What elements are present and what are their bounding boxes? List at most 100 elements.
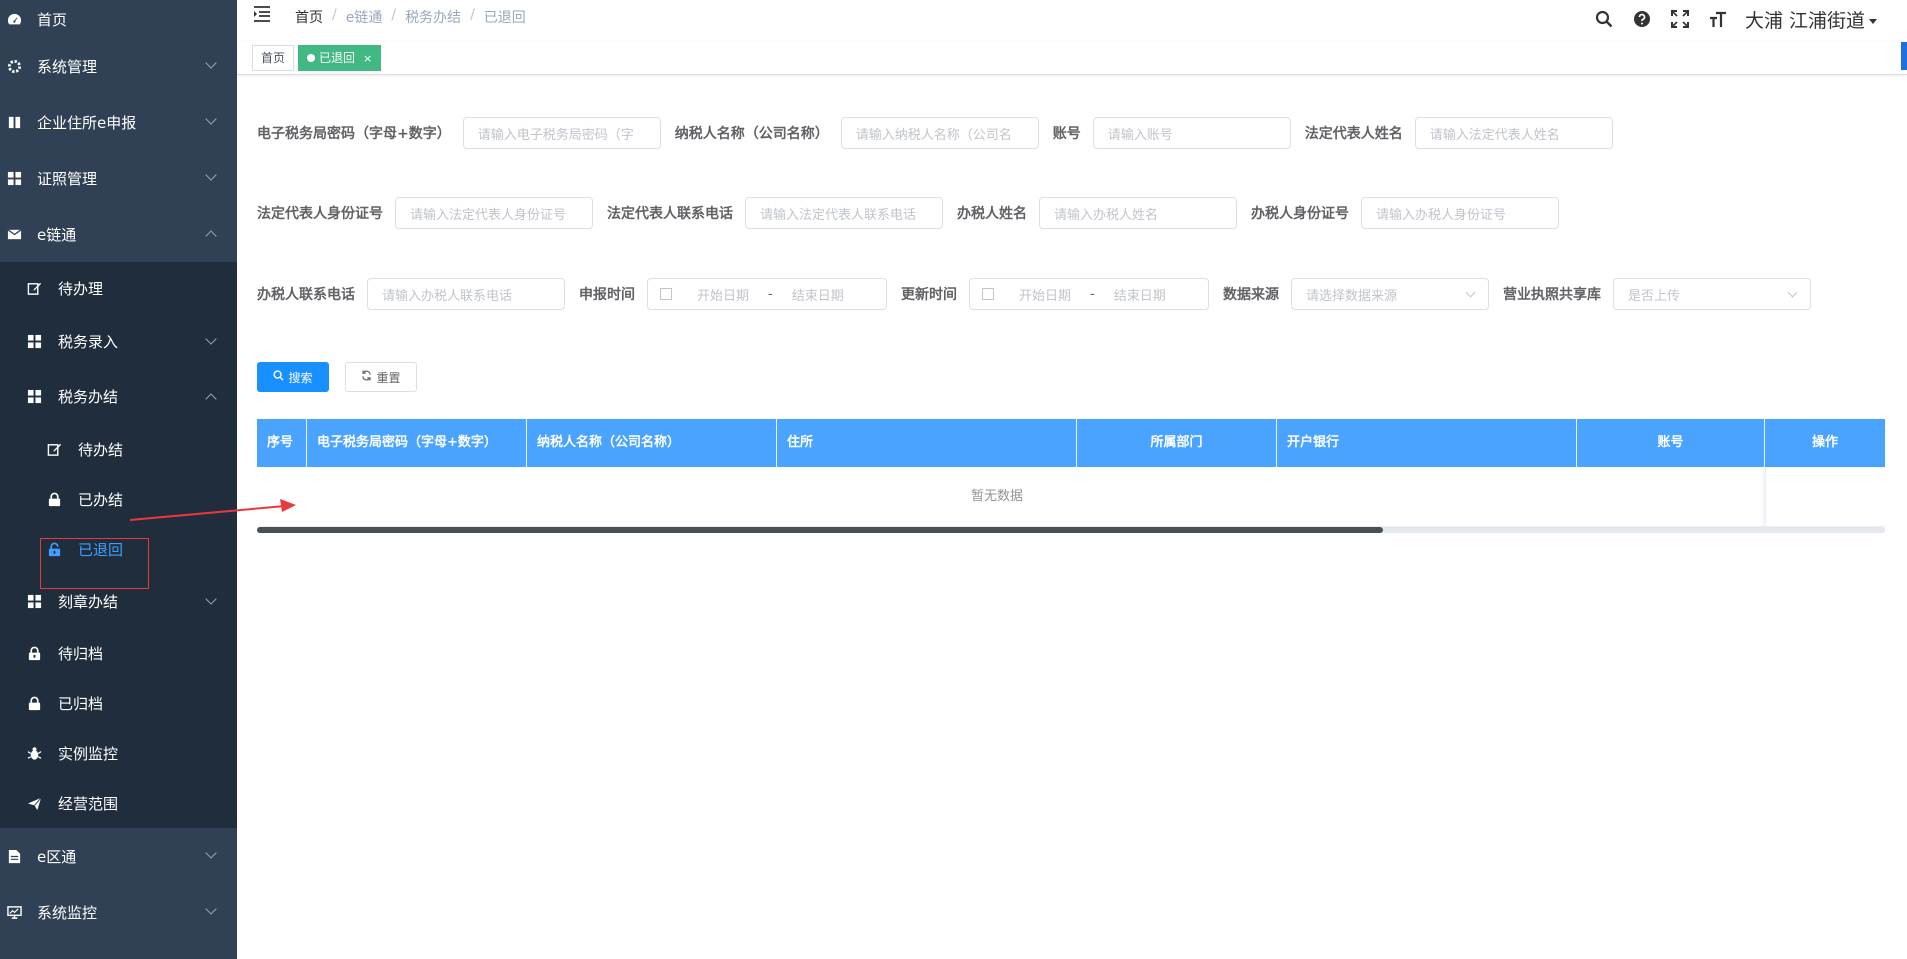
search-icon[interactable] <box>1593 8 1615 30</box>
tax-agent-id-input[interactable]: 请输入办税人身份证号 <box>1361 197 1559 229</box>
column-header: 所属部门 <box>1077 419 1277 467</box>
breadcrumb-separator: / <box>470 7 475 23</box>
chevron-down-icon <box>205 593 217 605</box>
select-placeholder: 是否上传 <box>1628 288 1681 304</box>
tag-label: 首页 <box>261 51 286 65</box>
start-date[interactable]: 开始日期 <box>688 285 758 304</box>
calendar-icon <box>660 288 672 300</box>
sidebar-item-label: 刻章办结 <box>58 592 119 611</box>
legal-rep-name-input[interactable]: 请输入法定代表人姓名 <box>1414 117 1613 149</box>
right-edge-tab[interactable] <box>1901 42 1907 70</box>
tag-current[interactable]: 已退回 × <box>298 45 382 71</box>
breadcrumb-item[interactable]: 税务办结 <box>405 7 461 27</box>
sidebar-item-tax-done-pending[interactable]: 待办结 <box>0 424 237 474</box>
unlock-icon <box>26 645 42 661</box>
sidebar-item-business-scope[interactable]: 经营范围 <box>0 778 237 828</box>
report-time-range-picker[interactable]: 开始日期 - 结束日期 <box>647 278 887 310</box>
sidebar-item-tax-done-finished[interactable]: 已办结 <box>0 474 237 524</box>
user-dropdown[interactable]: 大浦 江浦街道 <box>1745 6 1877 33</box>
column-header: 电子税务局密码（字母+数字） <box>307 419 527 467</box>
chevron-down-icon <box>205 113 217 125</box>
taxpayer-name-input[interactable]: 请输入纳税人名称（公司名 <box>840 117 1039 149</box>
breadcrumb-separator: / <box>391 7 397 23</box>
sidebar-item-tax-done[interactable]: 税务办结 <box>0 369 237 424</box>
tax-agent-name-input[interactable]: 请输入办税人姓名 <box>1039 197 1237 229</box>
field-label: 更新时间 <box>901 287 957 303</box>
field-label: 办税人姓名 <box>957 206 1027 222</box>
sidebar-item-label: 待办理 <box>58 279 104 298</box>
sidebar-item-home[interactable]: 首页 <box>0 0 237 38</box>
text-size-icon[interactable] <box>1707 8 1729 30</box>
tag-home[interactable]: 首页 <box>252 45 295 71</box>
hamburger-icon[interactable] <box>254 6 272 22</box>
horizontal-scrollbar[interactable] <box>257 527 1885 533</box>
search-form-row-2: 法定代表人身份证号 请输入法定代表人身份证号 法定代表人联系电话 请输入法定代表… <box>257 197 1573 229</box>
chevron-down-icon <box>1465 287 1476 297</box>
main-content: 首页 / e链通 / 税务办结 / 已退回 大浦 江浦街道 首页 已退回 × 电… <box>237 0 1907 959</box>
reset-button[interactable]: 重置 <box>345 362 417 392</box>
sidebar-item-system[interactable]: 系统管理 <box>0 38 237 94</box>
field-label: 电子税务局密码（字母+数字） <box>257 126 451 142</box>
close-icon[interactable]: × <box>363 52 372 65</box>
chevron-down-icon <box>1787 287 1798 297</box>
fullscreen-icon[interactable] <box>1669 8 1691 30</box>
end-date[interactable]: 结束日期 <box>1105 285 1175 304</box>
sidebar-item-license[interactable]: 证照管理 <box>0 150 237 206</box>
end-date[interactable]: 结束日期 <box>783 285 853 304</box>
search-button[interactable]: 搜索 <box>257 362 329 392</box>
tax-agent-phone-input[interactable]: 请输入办税人联系电话 <box>367 278 565 310</box>
update-time-range-picker[interactable]: 开始日期 - 结束日期 <box>969 278 1209 310</box>
sidebar-item-label: 实例监控 <box>58 744 119 763</box>
chevron-down-icon <box>205 903 217 915</box>
button-label: 重置 <box>376 370 401 385</box>
button-label: 搜索 <box>288 370 313 385</box>
gear-icon <box>6 58 22 74</box>
data-source-select[interactable]: 请选择数据来源 <box>1291 278 1489 310</box>
tag-label: 已退回 <box>319 51 356 65</box>
sidebar-item-e-district[interactable]: e区通 <box>0 828 237 884</box>
breadcrumb-item[interactable]: 首页 <box>295 7 323 27</box>
field-label: 账号 <box>1052 126 1081 142</box>
send-icon <box>26 795 42 811</box>
field-label: 法定代表人联系电话 <box>607 206 733 222</box>
sidebar-item-label: 已归档 <box>58 694 104 713</box>
sidebar-item-enterprise[interactable]: 企业住所e申报 <box>0 94 237 150</box>
license-share-select[interactable]: 是否上传 <box>1613 278 1811 310</box>
sidebar-item-label: 经营范围 <box>58 794 119 813</box>
start-date[interactable]: 开始日期 <box>1010 285 1080 304</box>
column-header: 纳税人名称（公司名称） <box>527 419 777 467</box>
select-placeholder: 请选择数据来源 <box>1306 288 1398 304</box>
legal-rep-phone-input[interactable]: 请输入法定代表人联系电话 <box>745 197 943 229</box>
legal-rep-id-input[interactable]: 请输入法定代表人身份证号 <box>395 197 593 229</box>
tax-password-input[interactable]: 请输入电子税务局密码（字 <box>462 117 661 149</box>
scrollbar-thumb[interactable] <box>257 527 1383 533</box>
empty-text: 暂无数据 <box>970 489 1023 504</box>
search-icon <box>273 370 285 384</box>
sidebar-item-label: e区通 <box>37 847 77 866</box>
account-input[interactable]: 请输入账号 <box>1092 117 1291 149</box>
help-icon[interactable] <box>1631 8 1653 30</box>
sidebar-item-instance-monitor[interactable]: 实例监控 <box>0 728 237 778</box>
edit-icon <box>46 441 62 457</box>
sidebar-item-tax-entry[interactable]: 税务录入 <box>0 314 237 369</box>
field-label: 法定代表人身份证号 <box>257 206 383 222</box>
sidebar-item-elian[interactable]: e链通 <box>0 206 237 262</box>
breadcrumb-item[interactable]: e链通 <box>346 7 383 27</box>
chevron-down-icon <box>205 57 217 69</box>
sidebar-item-pending[interactable]: 待办理 <box>0 262 237 314</box>
monitor-icon <box>6 904 22 920</box>
sidebar: 首页 系统管理 企业住所e申报 证照管理 e链通 待办理 税务录入 税务办结 待… <box>0 0 237 959</box>
caret-down-icon <box>1869 18 1877 24</box>
column-header: 操作 <box>1811 435 1838 450</box>
table-body: 暂无数据 <box>257 467 1885 527</box>
fixed-operation-column <box>1765 467 1885 527</box>
chevron-up-icon <box>205 230 217 242</box>
breadcrumb: 首页 / e链通 / 税务办结 / 已退回 <box>295 7 526 27</box>
sidebar-item-archived[interactable]: 已归档 <box>0 678 237 728</box>
sidebar-item-system-monitor[interactable]: 系统监控 <box>0 884 237 940</box>
field-label: 办税人身份证号 <box>1251 206 1349 222</box>
navbar: 首页 / e链通 / 税务办结 / 已退回 大浦 江浦街道 <box>237 0 1907 38</box>
chevron-down-icon <box>205 169 217 181</box>
sidebar-item-to-archive[interactable]: 待归档 <box>0 628 237 678</box>
annotation-highlight-box <box>40 538 149 589</box>
